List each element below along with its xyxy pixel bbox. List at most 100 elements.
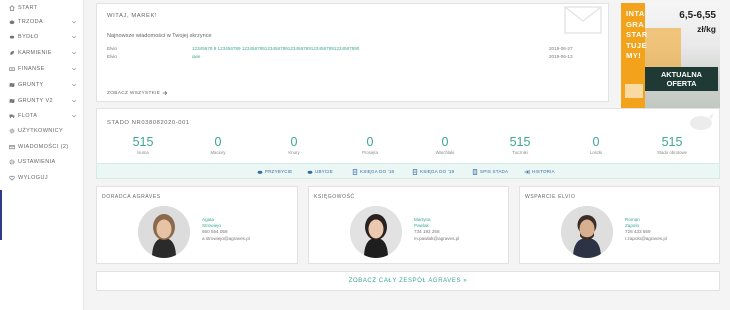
sidebar-item-label: GRUNTY V2 <box>18 98 53 104</box>
pig-icon <box>257 170 263 174</box>
chevron-down-icon <box>71 99 77 103</box>
toolbar-historia[interactable]: HISTORIA <box>524 167 555 176</box>
money-icon <box>8 66 15 73</box>
welcome-card: WITAJ, MAREK! Najnowsze wiadomości w Two… <box>96 3 609 102</box>
sidebar-item-karmienie[interactable]: KARMIENIE <box>0 45 83 61</box>
toolbar-ksiega-19[interactable]: KSIĘGA DO '19 <box>412 167 454 176</box>
team-link[interactable]: ZOBACZ CAŁY ZESPÓŁ AGRAVES » <box>349 278 468 284</box>
sidebar-item-label: FINANSE <box>18 66 45 72</box>
ad-badge: AKTUALNA OFERTA <box>645 67 718 91</box>
sidebar-item-finanse[interactable]: FINANSE <box>0 61 83 77</box>
arrow-right-icon <box>162 90 168 96</box>
truck-icon <box>8 113 15 120</box>
support-heading: WSPARCIE ELVIO <box>525 194 576 200</box>
sidebar-item-bydlo[interactable]: BYDŁO <box>0 29 83 45</box>
message-row[interactable]: Elvio 12345678 9 123456789 1234567891234… <box>107 46 587 53</box>
stat-maciory: 0 Maciory <box>210 135 226 156</box>
stat-stado-obrotowe: 515 Stado obrotowe <box>656 135 688 156</box>
chevron-down-icon <box>71 35 77 39</box>
sidebar-item-wiadomosci[interactable]: WIADOMOŚCI (2) <box>0 139 83 155</box>
toolbar-ubycie[interactable]: UBYCIE <box>307 167 333 176</box>
toolbar-ksiega-18[interactable]: KSIĘGA DO '18 <box>352 167 394 176</box>
stat-suma: 515 lsuma <box>132 135 154 156</box>
message-subject[interactable]: qwe <box>192 54 200 59</box>
book-icon <box>352 168 358 175</box>
stat-tuczniki: 515 Tuczniki <box>509 135 531 156</box>
sidebar-item-label: UŻYTKOWNICY <box>18 128 64 134</box>
stat-knury: 0 Knury <box>288 135 300 156</box>
pig-icon <box>8 19 15 26</box>
accounting-info: Martyna Pawlak 734 192 268 m.pawlak@agra… <box>414 217 460 241</box>
pig-icon <box>307 170 313 174</box>
see-all-label: ZOBACZ WSZYSTKIE <box>107 90 161 96</box>
heart-icon <box>8 175 15 182</box>
map-icon <box>8 98 15 105</box>
sidebar-item-grunty[interactable]: GRUNTY <box>0 77 83 93</box>
home-icon <box>8 5 15 12</box>
chevron-down-icon <box>71 83 77 87</box>
chevron-down-icon <box>71 20 77 24</box>
welcome-subtitle: Najnowsze wiadomości w Twojej skrzynce <box>107 33 212 39</box>
sidebar-accent-bar <box>0 190 2 240</box>
support-info: Roman Zapolo 728 433 569 r.zapolo@agrave… <box>625 217 667 241</box>
toolbar-spis-stada[interactable]: SPIS STADA <box>472 167 508 176</box>
pig-icon <box>690 113 713 130</box>
herd-toolbar <box>96 163 720 179</box>
sidebar-item-uzytkownicy[interactable]: UŻYTKOWNICY <box>0 123 83 139</box>
list-icon <box>472 168 478 175</box>
message-from: Elvio <box>107 54 117 59</box>
message-subject[interactable]: 12345678 9 123456789 1234567891234567891… <box>192 46 359 51</box>
leaf-icon <box>8 50 15 57</box>
envelope-icon <box>564 6 602 34</box>
sidebar: START TRZODA BYDŁO KARMIENIE FINANSE GRU… <box>0 0 84 310</box>
sidebar-item-label: FLOTA <box>18 113 38 119</box>
advisor-heading: DORADCA AGRAVES <box>102 194 161 200</box>
map-icon <box>8 82 15 89</box>
message-from: Elvio <box>107 46 117 51</box>
ad-headline: INTA GRA STAR TUJE MY! <box>626 9 648 60</box>
sidebar-item-label: KARMIENIE <box>18 50 52 56</box>
sidebar-item-label: GRUNTY <box>18 82 44 88</box>
cow-icon <box>8 34 15 41</box>
avatar <box>350 206 402 258</box>
sidebar-item-label: START <box>18 5 38 11</box>
sidebar-item-label: BYDŁO <box>18 34 39 40</box>
see-all-messages-link[interactable]: ZOBACZ WSZYSTKIE <box>107 90 168 96</box>
sidebar-item-label: WIADOMOŚCI (2) <box>18 144 69 150</box>
stat-warchlaki: 0 Warchlaki <box>435 135 455 156</box>
message-date: 2019-06-13 <box>549 54 573 59</box>
stat-prosieta: 0 Prosięta <box>362 135 378 156</box>
sidebar-item-label: WYLOGUJ <box>18 175 48 181</box>
ad-fine-print <box>625 84 643 98</box>
accounting-heading: KSIĘGOWOŚĆ <box>314 194 355 200</box>
avatar <box>561 206 613 258</box>
advisor-info: Agata Strowiejo 660 554 058 a.strowiejo@… <box>202 217 250 241</box>
chevron-down-icon <box>71 67 77 71</box>
sidebar-item-label: TRZODA <box>18 19 44 25</box>
toolbar-przybycie[interactable]: PRZYBYCIE <box>257 167 292 176</box>
gear-icon <box>8 159 15 166</box>
support-card: WSPARCIE ELVIO Roman Zapolo 728 433 569 … <box>519 186 720 264</box>
sidebar-item-label: USTAWIENIA <box>18 159 56 165</box>
herd-title: STADO NR038082020-001 <box>107 120 190 126</box>
users-icon <box>8 128 15 135</box>
stat-loszki: 0 Loszki <box>589 135 603 156</box>
advisor-card: DORADCA AGRAVES Agata Strowiejo 660 554 … <box>96 186 298 264</box>
message-row[interactable]: Elvio qwe 2019-06-13 <box>107 54 587 61</box>
welcome-title: WITAJ, MAREK! <box>107 13 158 19</box>
envelope-icon <box>8 144 15 151</box>
team-link-bar[interactable]: ZOBACZ CAŁY ZESPÓŁ AGRAVES » <box>96 271 720 291</box>
book-icon <box>412 168 418 175</box>
chevron-down-icon <box>71 51 77 55</box>
sidebar-item-grunty-v2[interactable]: GRUNTY V2 <box>0 93 83 109</box>
avatar <box>138 206 190 258</box>
sidebar-item-trzoda[interactable]: TRZODA <box>0 14 83 30</box>
chevron-down-icon <box>71 114 77 118</box>
ad-unit: zł/kg <box>697 24 716 34</box>
accounting-card: KSIĘGOWOŚĆ Martyna Pawlak 734 192 268 m.… <box>308 186 509 264</box>
history-icon <box>524 169 530 174</box>
sidebar-item-flota[interactable]: FLOTA <box>0 108 83 124</box>
sidebar-item-wyloguj[interactable]: WYLOGUJ <box>0 170 83 186</box>
ad-price: 6,5-6,55 <box>679 10 716 21</box>
sidebar-item-ustawienia[interactable]: USTAWIENIA <box>0 154 83 170</box>
